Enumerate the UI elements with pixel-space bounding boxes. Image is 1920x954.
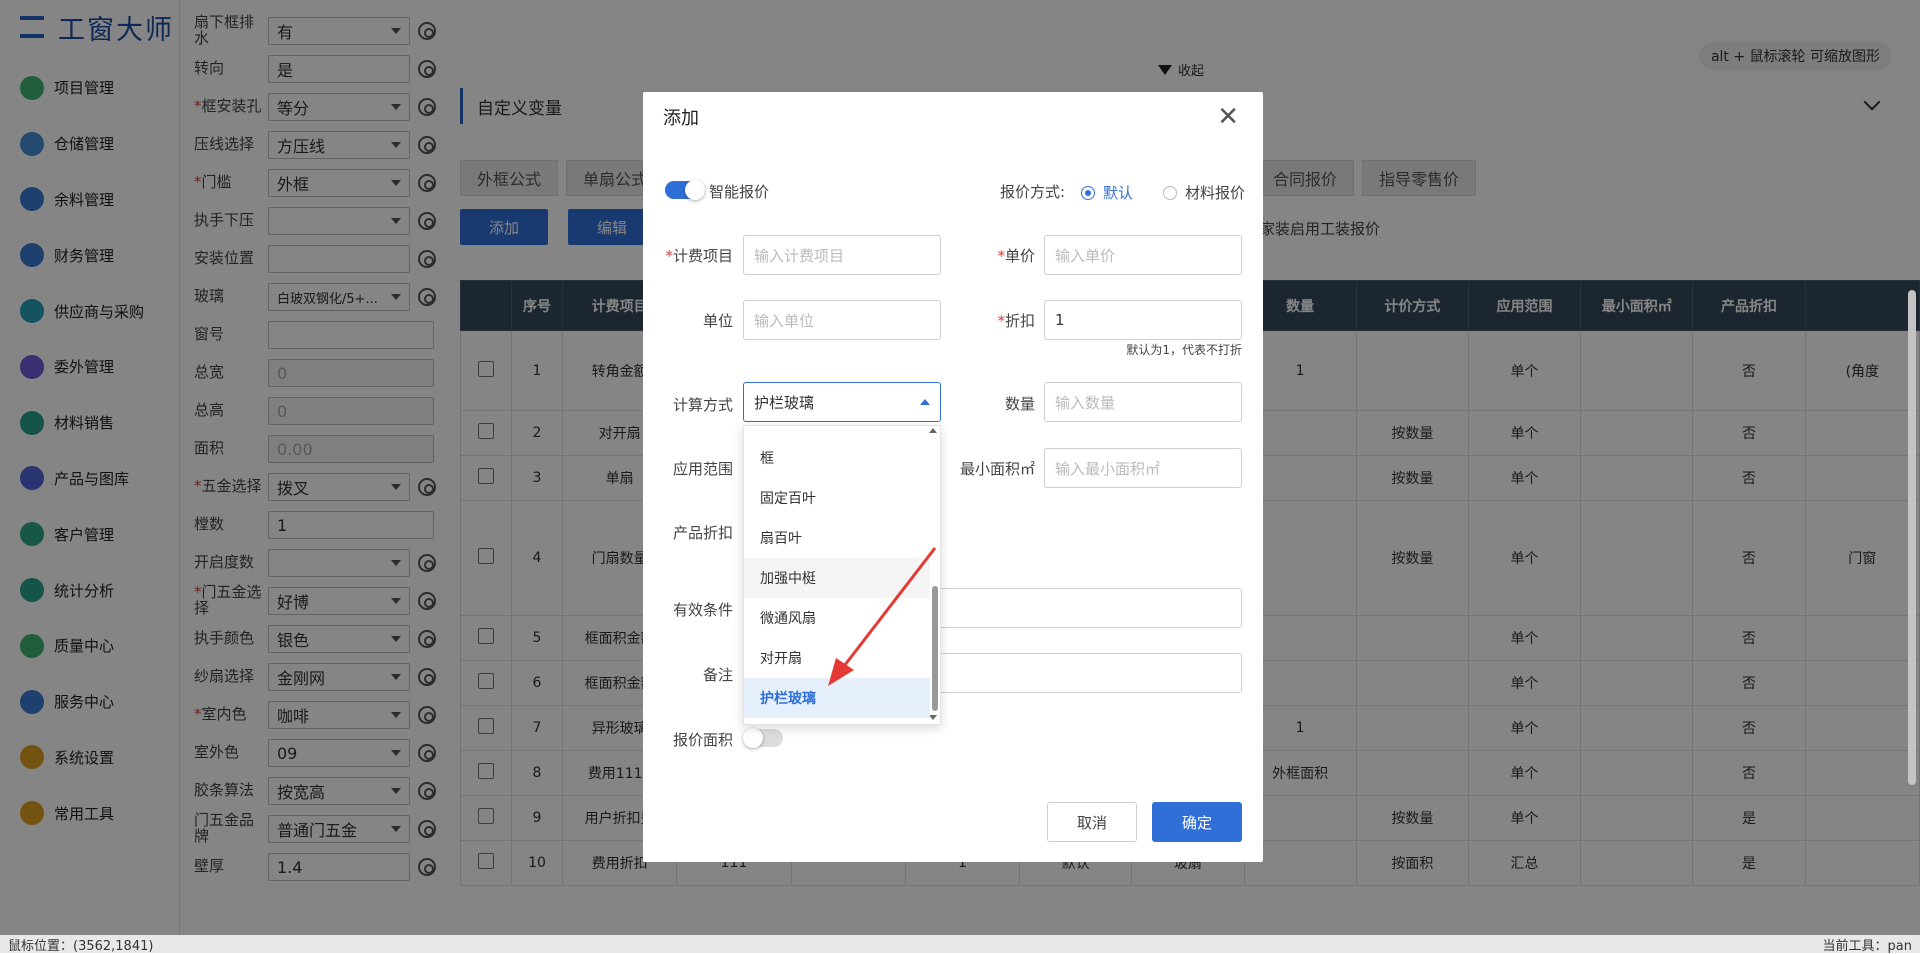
confirm-button[interactable]: 确定 [1152, 802, 1242, 842]
scroll-down-icon[interactable] [929, 715, 937, 720]
annotation-arrow [828, 547, 937, 686]
radio-material[interactable]: 材料报价 [1163, 182, 1245, 203]
remark-label: 备注 [702, 666, 733, 684]
product-discount-label: 产品折扣 [672, 524, 733, 542]
calc-method-label: 计算方式 [672, 396, 733, 414]
dropdown-option[interactable]: 框 [744, 438, 930, 478]
calc-method-select[interactable]: 护栏玻璃 [743, 382, 941, 422]
page-scrollbar[interactable] [1908, 290, 1916, 785]
min-area-label: 最小面积㎡ [959, 460, 1035, 478]
unit-price-input[interactable]: 输入单价 [1044, 235, 1242, 275]
dialog-title: 添加 [663, 108, 699, 129]
radio-default[interactable]: 默认 [1081, 182, 1133, 203]
smart-quote-switch[interactable] [665, 180, 705, 200]
quantity-input[interactable]: 输入数量 [1044, 382, 1242, 422]
current-tool: 当前工具：pan [1822, 938, 1912, 954]
add-dialog: 添加 ✕ 智能报价 报价方式: 默认 材料报价 *计费项目 输入计费项目 *单价… [643, 92, 1263, 862]
caret-up-icon [920, 399, 930, 405]
unit-input[interactable]: 输入单位 [743, 300, 941, 340]
close-icon[interactable]: ✕ [1217, 104, 1239, 130]
discount-hint: 默认为1，代表不打折 [1126, 343, 1242, 357]
unit-price-label: *单价 [997, 247, 1035, 265]
quote-method-label: 报价方式: [1000, 183, 1066, 201]
fee-item-label: *计费项目 [665, 247, 733, 265]
cancel-button[interactable]: 取消 [1047, 802, 1137, 842]
smart-quote-label: 智能报价 [709, 183, 770, 201]
scope-label: 应用范围 [672, 460, 733, 478]
quantity-label: 数量 [1004, 395, 1035, 413]
scroll-up-icon[interactable] [929, 428, 937, 433]
dropdown-option[interactable]: 固定百叶 [744, 478, 930, 518]
discount-label: *折扣 [997, 312, 1035, 330]
fee-item-input[interactable]: 输入计费项目 [743, 235, 941, 275]
valid-condition-label: 有效条件 [672, 601, 733, 619]
discount-input[interactable]: 1 [1044, 300, 1242, 340]
unit-label: 单位 [702, 312, 733, 330]
mouse-position: 鼠标位置：(3562,1841) [8, 938, 154, 954]
quote-area-label: 报价面积 [672, 731, 733, 749]
quote-area-switch[interactable] [743, 728, 783, 748]
min-area-input[interactable]: 输入最小面积㎡ [1044, 448, 1242, 488]
status-bar: 鼠标位置：(3562,1841) 当前工具：pan [0, 935, 1920, 954]
